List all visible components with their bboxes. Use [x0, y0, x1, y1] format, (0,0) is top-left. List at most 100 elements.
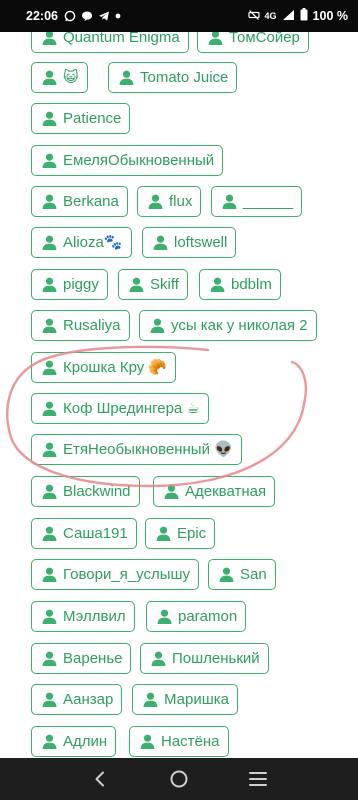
tag-chip[interactable]: Маришка: [132, 684, 238, 715]
home-button[interactable]: [159, 759, 199, 799]
tag-label: paramon: [178, 608, 238, 625]
person-icon: [164, 484, 179, 499]
tag-chip[interactable]: Аанзар: [31, 684, 123, 715]
tag-chip[interactable]: ЕмеляОбыкновенный: [31, 145, 224, 176]
person-icon: [156, 526, 171, 541]
tag-chip[interactable]: усы как у николая 2: [139, 310, 317, 341]
tag-chip[interactable]: Berkana: [31, 186, 128, 217]
tag-list: Quantum Enigma ТомСойер 😺 Tomato Juice P…: [0, 32, 358, 758]
person-icon: [42, 442, 57, 457]
person-icon: [150, 318, 165, 333]
tag-chip[interactable]: Tomato Juice: [108, 62, 238, 93]
tag-chip[interactable]: Коф Шредингера ☕: [31, 393, 209, 424]
tag-label: San: [240, 566, 267, 583]
tag-label: Аанзар: [63, 691, 114, 708]
back-button[interactable]: [80, 759, 120, 799]
tag-chip[interactable]: Говори_я_услышу: [31, 559, 200, 590]
tag-label: Варенье: [63, 650, 123, 667]
tag-chip[interactable]: Пошленький: [140, 643, 269, 674]
network-type: 4G: [264, 11, 277, 21]
tag-label: Коф Шредингера ☕: [63, 400, 200, 417]
person-icon: [148, 194, 163, 209]
notification-dot-icon: [115, 13, 121, 19]
tag-chip[interactable]: Alioza🐾: [31, 227, 132, 258]
tag-label: 😺: [63, 69, 79, 86]
battery-icon: [300, 8, 308, 24]
tag-chip[interactable]: San: [208, 559, 276, 590]
tag-label: Адлин: [63, 733, 108, 750]
tag-label: Rusaliya: [63, 317, 121, 334]
tag-chip[interactable]: paramon: [146, 601, 247, 632]
tag-chip[interactable]: ЕтяНеобыкновенный 👽: [31, 434, 242, 465]
tag-chip[interactable]: loftswell: [142, 227, 237, 258]
back-chevron-icon: [95, 771, 104, 787]
tag-chip[interactable]: Blackwind: [31, 476, 140, 507]
tag-chip[interactable]: Epic: [145, 518, 216, 549]
navigation-bar: [0, 758, 358, 800]
tag-chip[interactable]: Настёна: [129, 726, 229, 757]
tag-label: Blackwind: [63, 483, 131, 500]
person-icon: [222, 194, 237, 209]
tag-label: ЕтяНеобыкновенный 👽: [63, 441, 233, 458]
tag-label: Alioza🐾: [63, 234, 123, 251]
tag-label: ______: [243, 193, 294, 210]
tag-chip[interactable]: Адекватная: [153, 476, 276, 507]
person-icon: [140, 734, 155, 749]
person-icon: [42, 318, 57, 333]
tag-label: Skiff: [150, 276, 179, 293]
home-circle-icon: [170, 770, 188, 788]
tag-chip[interactable]: Крошка Кру 🥐: [31, 352, 177, 383]
person-icon: [219, 567, 234, 582]
person-icon: [42, 360, 57, 375]
recent-apps-button[interactable]: [238, 759, 278, 799]
tag-label: Tomato Juice: [140, 69, 229, 86]
person-icon: [42, 526, 57, 541]
tag-chip[interactable]: Rusaliya: [31, 310, 130, 341]
person-icon: [119, 70, 134, 85]
tag-chip[interactable]: Quantum Enigma: [31, 32, 189, 53]
tag-chip[interactable]: Мэллвил: [31, 601, 135, 632]
tag-chip[interactable]: flux: [137, 186, 202, 217]
tag-chip[interactable]: Skiff: [118, 269, 188, 300]
tag-label: bdblm: [231, 276, 272, 293]
tag-chip[interactable]: Адлин: [31, 726, 117, 757]
person-icon: [42, 734, 57, 749]
tag-label: Epic: [177, 525, 207, 542]
tag-label: flux: [169, 193, 193, 210]
person-icon: [42, 32, 57, 45]
status-time: 22:06: [26, 9, 58, 23]
person-icon: [210, 277, 225, 292]
person-icon: [42, 567, 57, 582]
menu-lines-icon: [249, 772, 268, 786]
tag-chip[interactable]: ТомСойер: [197, 32, 309, 53]
person-icon: [42, 651, 57, 666]
tag-chip[interactable]: piggy: [31, 269, 108, 300]
tag-label: Patience: [63, 110, 122, 127]
tag-chip[interactable]: Patience: [31, 103, 131, 134]
person-icon: [143, 692, 158, 707]
tag-label: Крошка Кру 🥐: [63, 359, 168, 376]
battery-level: 100 %: [312, 9, 348, 23]
tag-chip[interactable]: ______: [211, 186, 303, 217]
tag-label: ЕмеляОбыкновенный: [63, 152, 215, 169]
tag-label: Саша191: [63, 525, 128, 542]
person-icon: [42, 401, 57, 416]
person-icon: [42, 153, 57, 168]
person-icon: [129, 277, 144, 292]
person-icon: [42, 277, 57, 292]
tag-chip[interactable]: 😺: [31, 62, 88, 93]
tag-label: Адекватная: [185, 483, 267, 500]
person-icon: [42, 484, 57, 499]
tag-chip[interactable]: Саша191: [31, 518, 137, 549]
chat-bubble-icon: [81, 10, 93, 22]
tag-label: loftswell: [174, 234, 228, 251]
status-bar: 22:06 4G 100 %: [0, 0, 358, 32]
tag-chip[interactable]: bdblm: [199, 269, 281, 300]
person-icon: [42, 692, 57, 707]
person-icon: [208, 32, 223, 45]
person-icon: [42, 609, 57, 624]
person-icon: [42, 70, 57, 85]
mute-icon: [247, 9, 260, 24]
tag-chip[interactable]: Варенье: [31, 643, 132, 674]
tag-label: Пошленький: [172, 650, 260, 667]
